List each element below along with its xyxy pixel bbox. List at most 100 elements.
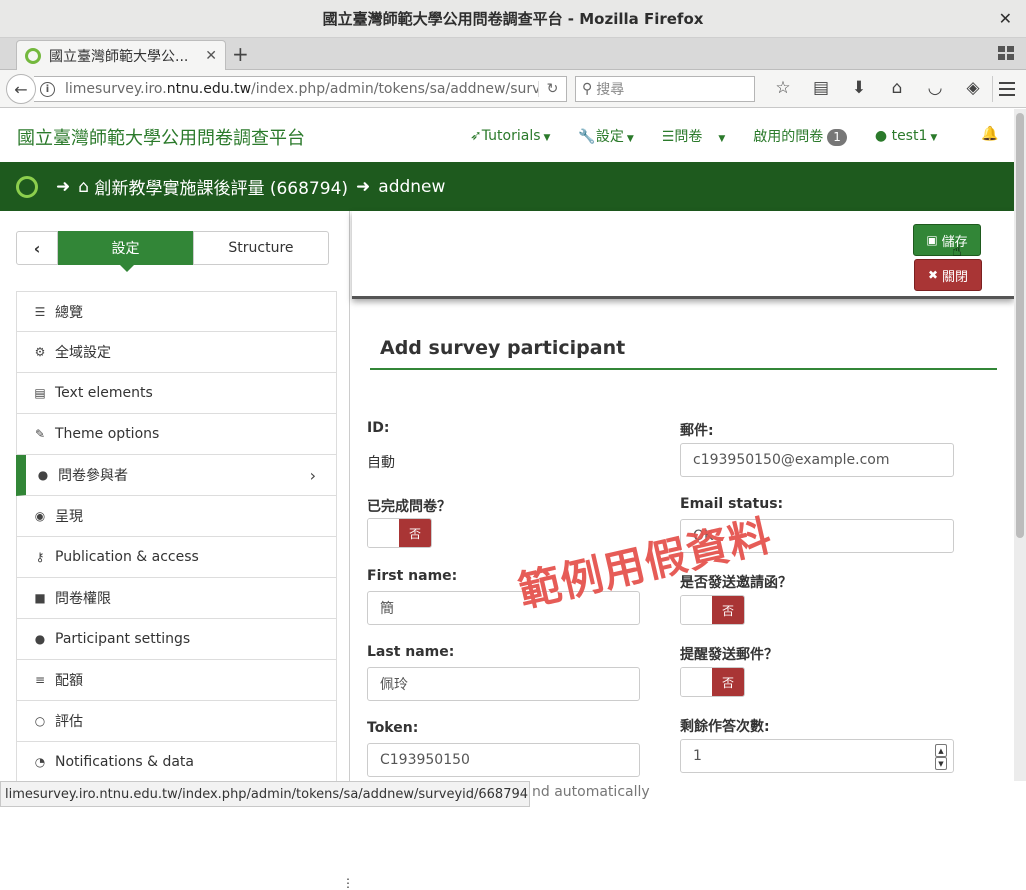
tasks-icon: ≡ (34, 673, 46, 687)
url-text[interactable]: limesurvey.iro.ntnu.edu.tw/index.php/adm… (65, 81, 538, 97)
search-icon: ⚲ (582, 81, 593, 97)
star-icon[interactable]: ☆ (764, 78, 802, 98)
tab-settings[interactable]: 設定 (58, 231, 193, 272)
email-field[interactable]: c193950150@example.com (680, 443, 954, 477)
file-text-icon: ▤ (34, 386, 46, 400)
tab-strip: 國立臺灣師範大學公... ✕ + (0, 38, 1026, 70)
rocket-icon: ➶ (470, 128, 482, 144)
settings-menu[interactable]: 🔧設定 ▼ (578, 126, 633, 146)
token-label: Token: (367, 720, 419, 736)
search-input[interactable]: ⚲ 搜尋 (575, 76, 755, 102)
sidebar-item-participants[interactable]: ● 問卷參與者 › (16, 455, 337, 496)
floppy-disk-icon: ▣ (926, 233, 938, 247)
menu-icon[interactable] (992, 76, 1018, 102)
uses-left-label: 剩餘作答次數: (680, 719, 770, 735)
title-divider (370, 368, 997, 370)
surveys-menu[interactable]: ☰問卷 ▼ (662, 126, 725, 146)
sidebar: ‹ 設定 Structure ☰ 總覽 ⚙ 全域設定 ▤ Text elements … (0, 211, 354, 890)
action-toolbar: ▣ 儲存 ✖ 關閉 ☝ (352, 211, 1014, 299)
url-bar[interactable]: i limesurvey.iro.ntnu.edu.tw/index.php/a… (34, 76, 567, 102)
sidebar-collapse-button[interactable]: ‹ (16, 231, 58, 265)
uses-left-stepper[interactable]: 1 ▲ ▼ (680, 739, 954, 773)
sidebar-resize-handle[interactable]: ⋮ (342, 876, 354, 890)
tab-structure[interactable]: Structure (193, 231, 329, 265)
lastname-label: Last name: (367, 644, 455, 660)
user-menu[interactable]: ● test1 ▼ (875, 128, 937, 144)
save-button[interactable]: ▣ 儲存 (913, 224, 981, 256)
token-field[interactable]: C193950150 (367, 743, 640, 777)
token-help-text: nd automatically (532, 784, 650, 800)
completed-label: 已完成問卷？ (367, 499, 451, 515)
send-reminder-toggle[interactable]: 否 (680, 667, 745, 697)
sidebar-item-publication-access[interactable]: ⚷ Publication & access (16, 537, 337, 578)
user-icon: ● (37, 468, 49, 482)
eye-slash-icon: ◉ (34, 509, 46, 523)
chevron-left-icon: ‹ (33, 238, 41, 258)
site-title[interactable]: 國立臺灣師範大學公用問卷調查平台 (17, 124, 305, 150)
users-icon: ● (34, 632, 46, 646)
paint-brush-icon: ✎ (34, 427, 46, 441)
caret-down-icon: ▼ (930, 133, 938, 143)
send-invite-toggle[interactable]: 否 (680, 595, 745, 625)
home-icon[interactable]: ⌂ (878, 78, 916, 98)
rss-icon: ◔ (34, 755, 46, 769)
caret-down-icon: ▼ (543, 133, 551, 143)
tab-overview-icon[interactable] (998, 46, 1014, 60)
download-icon[interactable]: ⬇ (840, 78, 878, 98)
reload-icon[interactable]: ↻ (538, 81, 566, 97)
window-title: 國立臺灣師範大學公用問卷調查平台 - Mozilla Firefox (322, 10, 704, 28)
sidebar-menu: ☰ 總覽 ⚙ 全域設定 ▤ Text elements ✎ Theme options … (16, 291, 337, 783)
limesurvey-logo-icon[interactable] (16, 175, 38, 198)
arrow-right-icon: ➜ (356, 176, 371, 197)
main-panel: ▣ 儲存 ✖ 關閉 ☝ Add survey participant ID: 自動 … (352, 211, 1014, 800)
home-icon: ⌂ (78, 176, 90, 197)
key-icon: ⚷ (35, 550, 45, 564)
sidebar-item-assessments[interactable]: ○ 評估 (16, 701, 337, 742)
sidebar-item-presentation[interactable]: ◉ 呈現 (16, 496, 337, 537)
tutorials-menu[interactable]: ➶Tutorials ▼ (470, 128, 550, 144)
site-header: 國立臺灣師範大學公用問卷調查平台 ➶Tutorials ▼ 🔧設定 ▼ ☰問卷 ▼ 啟… (0, 109, 1014, 162)
lastname-field[interactable]: 佩玲 (367, 667, 640, 701)
active-surveys-link[interactable]: 啟用的問卷 1 (753, 126, 847, 146)
sidebar-item-theme-options[interactable]: ✎ Theme options (16, 414, 337, 455)
extension-icon[interactable]: ◈ (954, 78, 992, 98)
sidebar-item-overview[interactable]: ☰ 總覽 (16, 291, 337, 332)
site-info-icon[interactable]: i (40, 81, 55, 97)
completed-toggle[interactable]: 否 (367, 518, 432, 548)
navbar-icons: ☆ ▤ ⬇ ⌂ ◡ ◈ (764, 78, 992, 98)
user-icon: ● (874, 128, 888, 144)
active-surveys-badge: 1 (827, 129, 847, 146)
close-button[interactable]: ✖ 關閉 (914, 259, 982, 291)
page-scrollbar-thumb[interactable] (1016, 113, 1024, 538)
back-button[interactable]: ← (6, 74, 36, 104)
notification-bell-icon[interactable]: 🔔 (981, 126, 998, 142)
stepper-arrows-icon[interactable]: ▲ ▼ (935, 744, 947, 770)
sidebar-item-participant-settings[interactable]: ● Participant settings (16, 619, 337, 660)
sidebar-item-general-settings[interactable]: ⚙ 全域設定 (16, 332, 337, 373)
tab-close-icon[interactable]: ✕ (205, 48, 217, 64)
close-icon: ✖ (927, 268, 939, 282)
sidebar-item-quotas[interactable]: ≡ 配額 (16, 660, 337, 701)
sidebar-item-text-elements[interactable]: ▤ Text elements (16, 373, 337, 414)
sidebar-item-permissions[interactable]: ■ 問卷權限 (16, 578, 337, 619)
breadcrumb-survey[interactable]: 創新教學實施課後評量 (668794) (94, 174, 348, 199)
firstname-label: First name: (367, 568, 458, 584)
reader-icon[interactable]: ▤ (802, 78, 840, 98)
page-title: Add survey participant (380, 337, 626, 359)
sidebar-item-notifications[interactable]: ◔ Notifications & data (16, 742, 337, 783)
browser-navbar: i limesurvey.iro.ntnu.edu.tw/index.php/a… (0, 70, 1026, 108)
caret-down-icon: ▼ (718, 134, 726, 144)
gears-icon: ⚙ (34, 345, 46, 359)
limesurvey-favicon-icon (25, 47, 41, 64)
top-nav: ➶Tutorials ▼ 🔧設定 ▼ ☰問卷 ▼ 啟用的問卷 1 ● test1 ▼ (470, 126, 965, 146)
browser-tab[interactable]: 國立臺灣師範大學公... ✕ (16, 40, 226, 70)
new-tab-icon[interactable]: + (232, 42, 249, 66)
arrow-right-icon: ➜ (56, 176, 71, 197)
window-close-icon[interactable]: ✕ (999, 9, 1012, 28)
send-reminder-label: 提醒發送郵件？ (680, 647, 778, 663)
id-value: 自動 (367, 455, 395, 471)
list-icon: ☰ (34, 304, 46, 319)
pocket-icon[interactable]: ◡ (916, 78, 954, 98)
list-icon: ☰ (661, 129, 675, 145)
caret-down-icon: ▼ (626, 134, 634, 144)
